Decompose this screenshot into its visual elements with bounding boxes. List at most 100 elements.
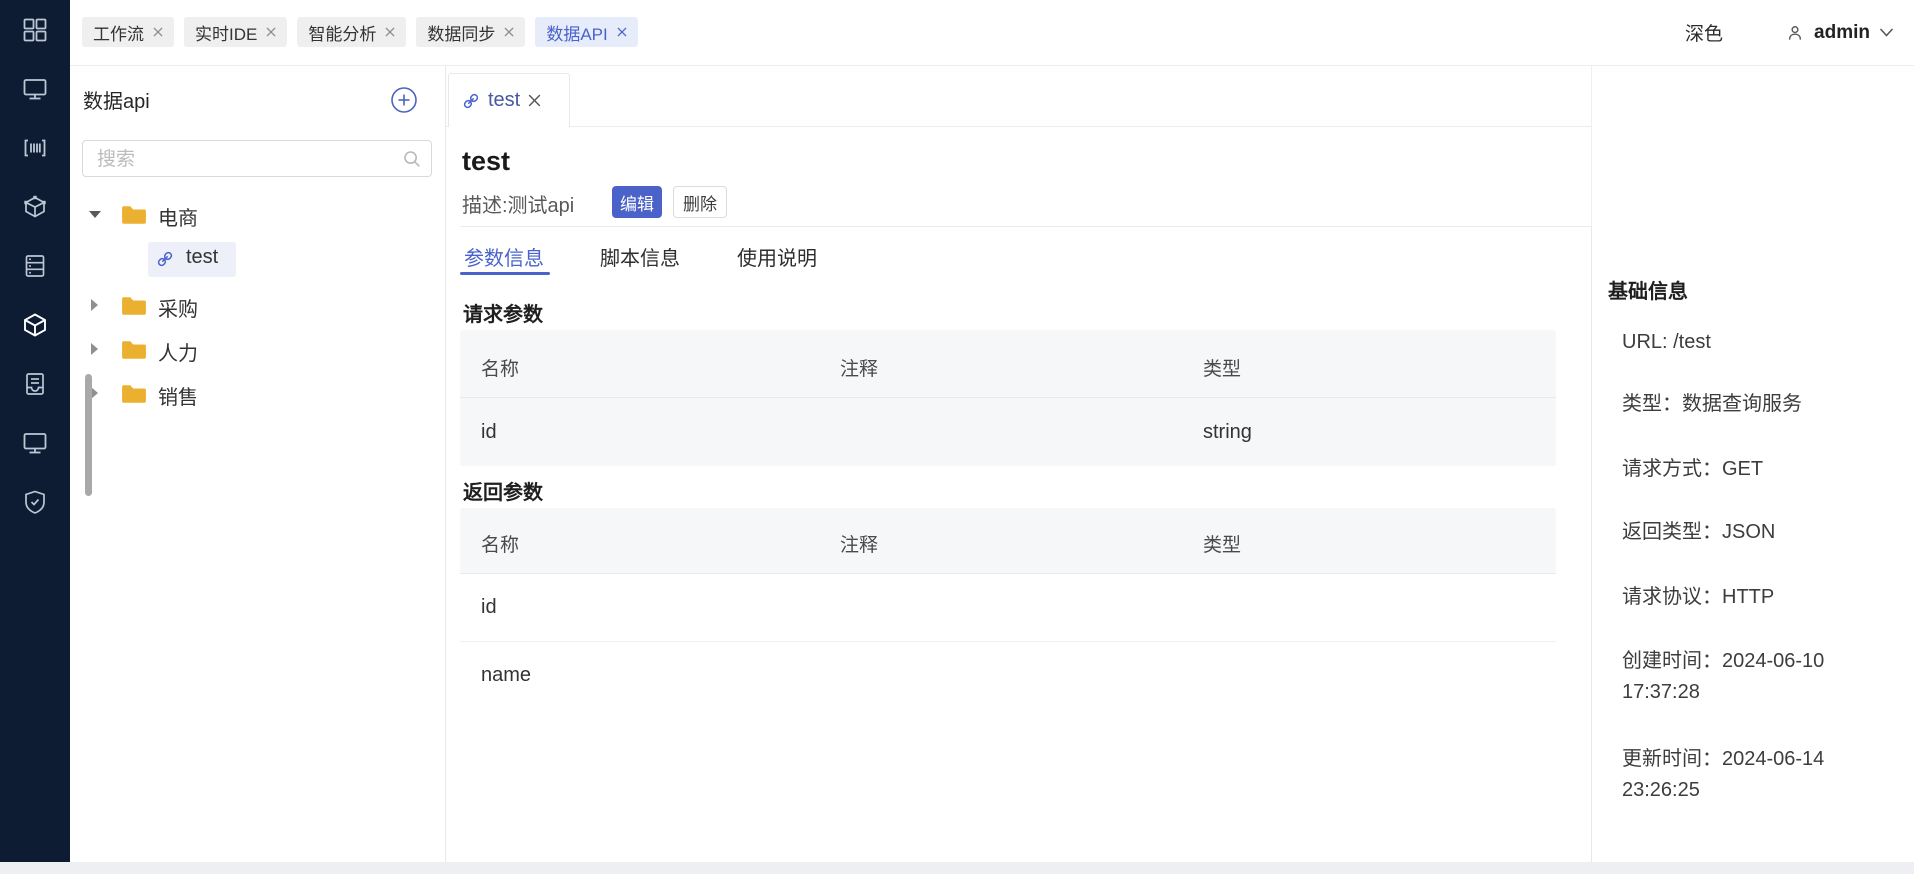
doc-tab-label: test [488,89,521,111]
theme-toggle[interactable]: 深色 [1685,19,1723,46]
column-header-comment: 注释 [840,535,879,556]
folder-icon [122,297,146,315]
api-description: 描述:测试api [462,195,575,217]
tab-script-info[interactable]: 脚本信息 [600,242,680,271]
tree-folder-label: 人力 [158,343,198,365]
table-row: id [460,574,1556,642]
param-type: string [1203,421,1252,443]
workspace-tab-label: 智能分析 [308,24,377,44]
search-input[interactable] [95,145,389,174]
table-row: id string [460,398,1556,466]
tree-scrollbar-thumb[interactable] [85,374,92,496]
param-name: name [481,664,532,686]
table-header-row: 名称 注释 类型 [460,508,1556,574]
folder-icon [122,341,146,359]
left-nav-rail [0,0,70,862]
tree-folder-sales[interactable]: 销售 [70,376,446,412]
column-header-name: 名称 [481,359,520,380]
tree-item-test[interactable]: test [148,242,236,277]
top-header: 工作流 实时IDE 智能分析 数据同步 数据API 深色 admin [70,0,1914,66]
tab-usage-guide[interactable]: 使用说明 [737,242,817,271]
user-menu[interactable]: admin [1785,22,1894,44]
monitor-icon[interactable] [21,429,49,457]
folder-icon [122,206,146,224]
close-icon[interactable] [153,27,163,37]
column-header-type: 类型 [1203,535,1242,556]
chevron-down-icon[interactable] [1879,28,1894,37]
shield-check-icon[interactable] [21,488,49,516]
close-icon[interactable] [617,27,627,37]
monitor-icon[interactable] [21,75,49,103]
workspace-tab-label: 实时IDE [195,24,258,44]
workspace-tab-label: 工作流 [93,24,144,44]
tree-folder-hr[interactable]: 人力 [70,332,446,368]
archive-doc-icon[interactable] [21,370,49,398]
server-icon[interactable] [21,252,49,280]
workspace-tab-bar: 工作流 实时IDE 智能分析 数据同步 数据API [82,17,638,47]
main-content: test test 描述:测试api 编辑 删除 参数信息 脚本信息 使用说明 … [446,66,1591,862]
param-name: id [481,596,497,618]
info-protocol: 请求协议：HTTP [1622,586,1775,608]
info-updated-line2: 23:26:25 [1622,779,1700,801]
api-title: test [462,146,511,176]
caret-down-icon[interactable] [89,211,101,218]
workspace-tab-data-api[interactable]: 数据API [535,17,638,47]
workspace-tab-label: 数据同步 [427,24,496,44]
tree-folder-label: 电商 [158,208,198,230]
user-icon [1788,26,1802,40]
doc-tabstrip-border [446,126,1591,127]
header-right: 深色 admin [1685,0,1894,65]
basic-info-panel: 基础信息 URL: /test 类型：数据查询服务 请求方式：GET 返回类型：… [1592,66,1914,862]
barcode-icon[interactable] [21,134,49,162]
api-link-icon [157,251,173,267]
add-api-button[interactable] [390,86,418,114]
caret-right-icon[interactable] [91,387,98,399]
info-created-line2: 17:37:28 [1622,681,1700,703]
workspace-tab-smart-analysis[interactable]: 智能分析 [297,17,407,47]
tree-folder-label: 销售 [158,387,198,409]
plus-circle-icon [391,87,417,113]
doc-tab-test[interactable]: test [448,73,570,127]
close-icon[interactable] [385,27,395,37]
workspace-tab-workflow[interactable]: 工作流 [82,17,174,47]
response-params-table: 名称 注释 类型 id name [460,508,1556,710]
api-link-icon [463,93,479,108]
close-icon[interactable] [266,27,276,37]
response-params-heading: 返回参数 [463,482,543,504]
info-url: URL: /test [1622,331,1711,353]
workspace-tab-label: 数据API [546,24,608,44]
caret-right-icon[interactable] [91,343,98,355]
tab-param-info[interactable]: 参数信息 [464,242,544,271]
username: admin [1814,21,1870,43]
edit-button[interactable]: 编辑 [612,186,662,218]
info-method: 请求方式：GET [1622,458,1764,480]
cube-nodes-icon[interactable] [21,193,49,221]
table-header-row: 名称 注释 类型 [460,330,1556,398]
close-icon[interactable] [528,94,541,107]
close-icon[interactable] [504,27,514,37]
workspace-tab-realtime-ide[interactable]: 实时IDE [184,17,288,47]
active-tab-underline [460,272,550,275]
info-type: 类型：数据查询服务 [1622,393,1802,415]
apps-grid-icon[interactable] [21,16,49,44]
column-header-name: 名称 [481,535,520,556]
caret-right-icon[interactable] [91,299,98,311]
tree-item-label: test [186,246,219,268]
tree-folder-label: 采购 [158,299,198,321]
column-header-comment: 注释 [840,359,879,380]
request-params-heading: 请求参数 [463,304,543,326]
column-header-type: 类型 [1203,359,1242,380]
delete-button[interactable]: 删除 [673,186,727,218]
tree-folder-ecommerce[interactable]: 电商 [70,197,446,233]
info-updated-line1: 更新时间：2024-06-14 [1622,748,1825,770]
search-icon [404,151,420,167]
cube-icon-active[interactable] [21,311,49,339]
request-params-table: 名称 注释 类型 id string [460,330,1556,466]
explorer-title: 数据api [83,91,150,113]
search-box [82,140,432,177]
workspace-tab-data-sync[interactable]: 数据同步 [416,17,526,47]
info-return-type: 返回类型：JSON [1622,521,1776,543]
folder-icon [122,385,146,403]
table-row: name [460,642,1556,710]
tree-folder-procurement[interactable]: 采购 [70,288,446,324]
